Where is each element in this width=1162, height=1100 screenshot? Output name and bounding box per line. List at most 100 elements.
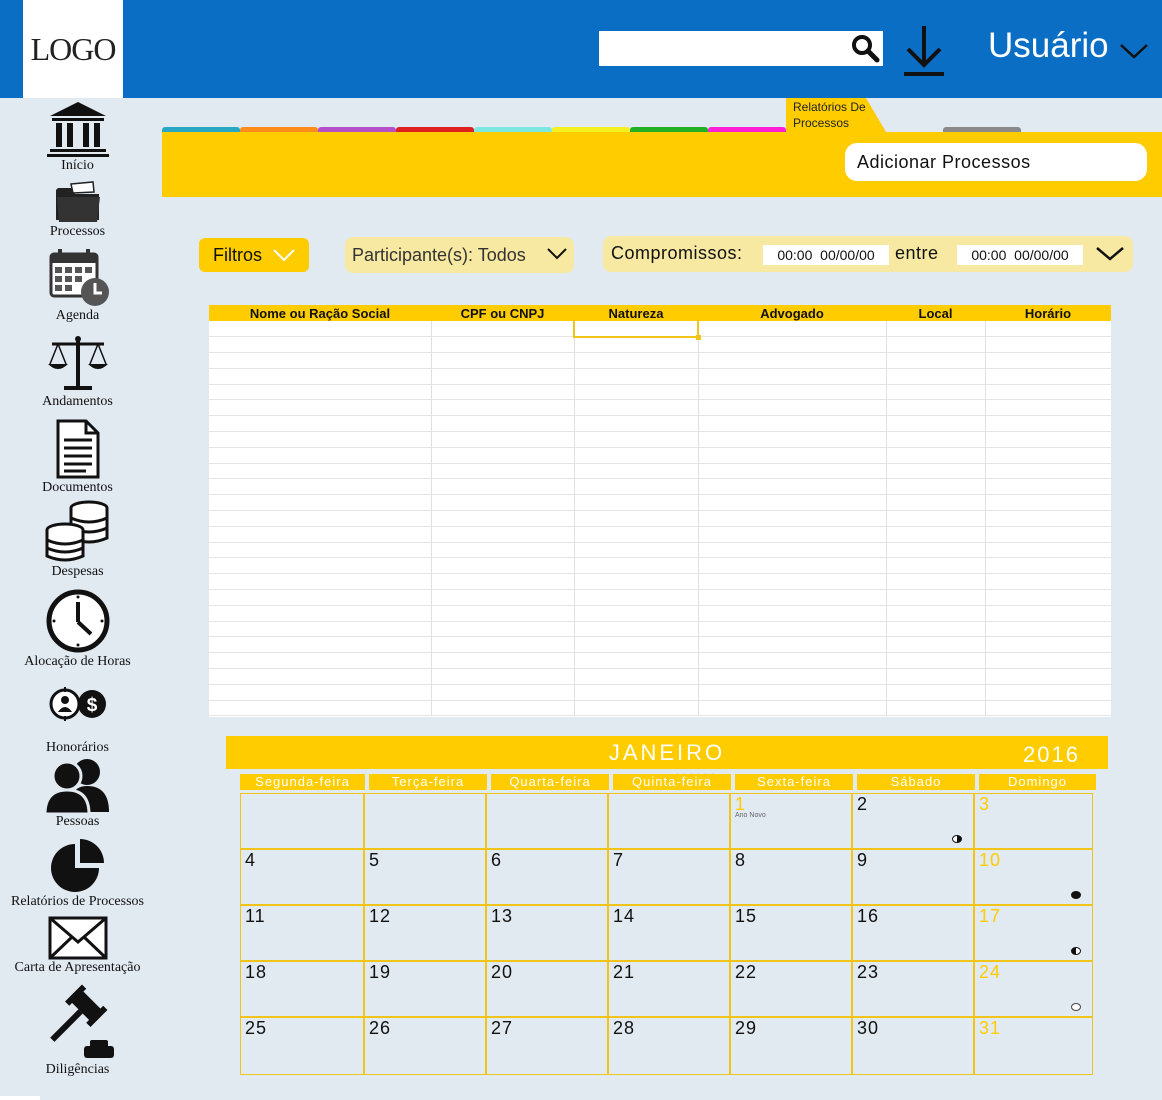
table-cell[interactable] [574,526,699,543]
table-cell[interactable] [886,336,986,354]
table-cell[interactable] [209,510,432,527]
table-cell[interactable] [886,431,986,448]
table-cell[interactable] [209,652,432,670]
table-row[interactable] [209,321,1111,338]
table-row[interactable] [209,431,1111,448]
table-cell[interactable] [209,621,432,638]
table-cell[interactable] [698,447,887,464]
table-cell[interactable] [886,463,986,480]
table-cell[interactable] [698,542,887,559]
calendar-day[interactable]: 27 [486,1017,608,1075]
table-cell[interactable] [209,526,432,543]
table-cell[interactable] [886,368,986,385]
table-cell[interactable] [431,447,575,464]
table-cell[interactable] [431,415,575,433]
table-row[interactable] [209,589,1111,606]
table-cell[interactable] [574,478,699,496]
table-cell[interactable] [431,399,575,417]
table-cell[interactable] [431,573,575,591]
table-row[interactable] [209,336,1111,354]
table-cell[interactable] [886,589,986,606]
table-cell[interactable] [886,652,986,670]
table-cell[interactable] [698,510,887,527]
table-cell[interactable] [985,415,1111,433]
calendar-day[interactable]: 14 [608,905,730,961]
table-cell[interactable] [985,605,1111,622]
sidebar-item-alocacao-de-horas[interactable]: Alocação de Horas [0,588,155,670]
table-cell[interactable] [985,463,1111,480]
table-cell[interactable] [574,542,699,559]
table-cell[interactable] [985,447,1111,464]
table-cell[interactable] [574,321,699,338]
table-cell[interactable] [431,384,575,401]
table-cell[interactable] [574,510,699,527]
calendar-day[interactable]: 5 [364,849,486,905]
calendar-day[interactable]: 29 [730,1017,852,1075]
table-row[interactable] [209,415,1111,433]
table-cell[interactable] [431,605,575,622]
sidebar-item-carta-de-apresentacao[interactable]: Carta de Apresentação [0,916,155,976]
table-cell[interactable] [574,415,699,433]
sidebar-item-honorarios[interactable]: $ Honorários [0,684,155,756]
column-header[interactable]: Horário [985,305,1111,321]
table-cell[interactable] [209,368,432,385]
download-icon[interactable] [900,22,948,78]
table-cell[interactable] [574,684,699,701]
table-cell[interactable] [209,668,432,685]
table-cell[interactable] [574,384,699,401]
table-cell[interactable] [985,321,1111,338]
calendar-day[interactable]: 1 Ano Novo [730,793,852,849]
compromissos-end-input[interactable] [957,245,1083,265]
column-header[interactable]: CPF ou CNPJ [431,305,574,321]
table-cell[interactable] [886,557,986,575]
table-row[interactable] [209,510,1111,527]
calendar-day[interactable]: 25 [240,1017,364,1075]
search-icon[interactable] [850,33,880,63]
table-cell[interactable] [985,700,1111,717]
table-row[interactable] [209,557,1111,575]
table-cell[interactable] [886,668,986,685]
table-cell[interactable] [574,652,699,670]
calendar-day[interactable]: 7 [608,849,730,905]
table-cell[interactable] [886,399,986,417]
table-cell[interactable] [985,652,1111,670]
table-cell[interactable] [698,668,887,685]
table-cell[interactable] [431,542,575,559]
table-cell[interactable] [431,636,575,654]
table-cell[interactable] [431,621,575,638]
table-cell[interactable] [886,321,986,338]
add-processos-button[interactable]: Adicionar Processos [845,143,1147,181]
sidebar-item-processos[interactable]: Processos [0,180,155,240]
table-row[interactable] [209,684,1111,701]
search-input[interactable] [599,31,883,66]
column-header[interactable]: Local [886,305,985,321]
sidebar-item-despesas[interactable]: Despesas [0,500,155,580]
table-cell[interactable] [985,510,1111,527]
calendar-day[interactable]: 10 [974,849,1093,905]
table-row[interactable] [209,478,1111,496]
table-cell[interactable] [886,573,986,591]
calendar-day[interactable]: 20 [486,961,608,1017]
calendar-day[interactable]: 12 [364,905,486,961]
table-cell[interactable] [985,684,1111,701]
table-cell[interactable] [574,621,699,638]
table-cell[interactable] [698,605,887,622]
table-cell[interactable] [985,494,1111,512]
table-cell[interactable] [431,652,575,670]
table-cell[interactable] [209,589,432,606]
table-cell[interactable] [985,336,1111,354]
table-cell[interactable] [886,700,986,717]
table-cell[interactable] [886,447,986,464]
table-row[interactable] [209,384,1111,401]
table-cell[interactable] [698,652,887,670]
table-cell[interactable] [431,368,575,385]
table-cell[interactable] [886,636,986,654]
table-cell[interactable] [574,368,699,385]
table-cell[interactable] [985,542,1111,559]
sidebar-item-andamentos[interactable]: Andamentos [0,334,155,410]
table-cell[interactable] [698,573,887,591]
sidebar-item-relatorios-de-processos[interactable]: Relatórios de Processos [0,836,155,910]
table-cell[interactable] [698,321,887,338]
table-cell[interactable] [698,336,887,354]
user-menu[interactable]: Usuário [988,26,1149,66]
